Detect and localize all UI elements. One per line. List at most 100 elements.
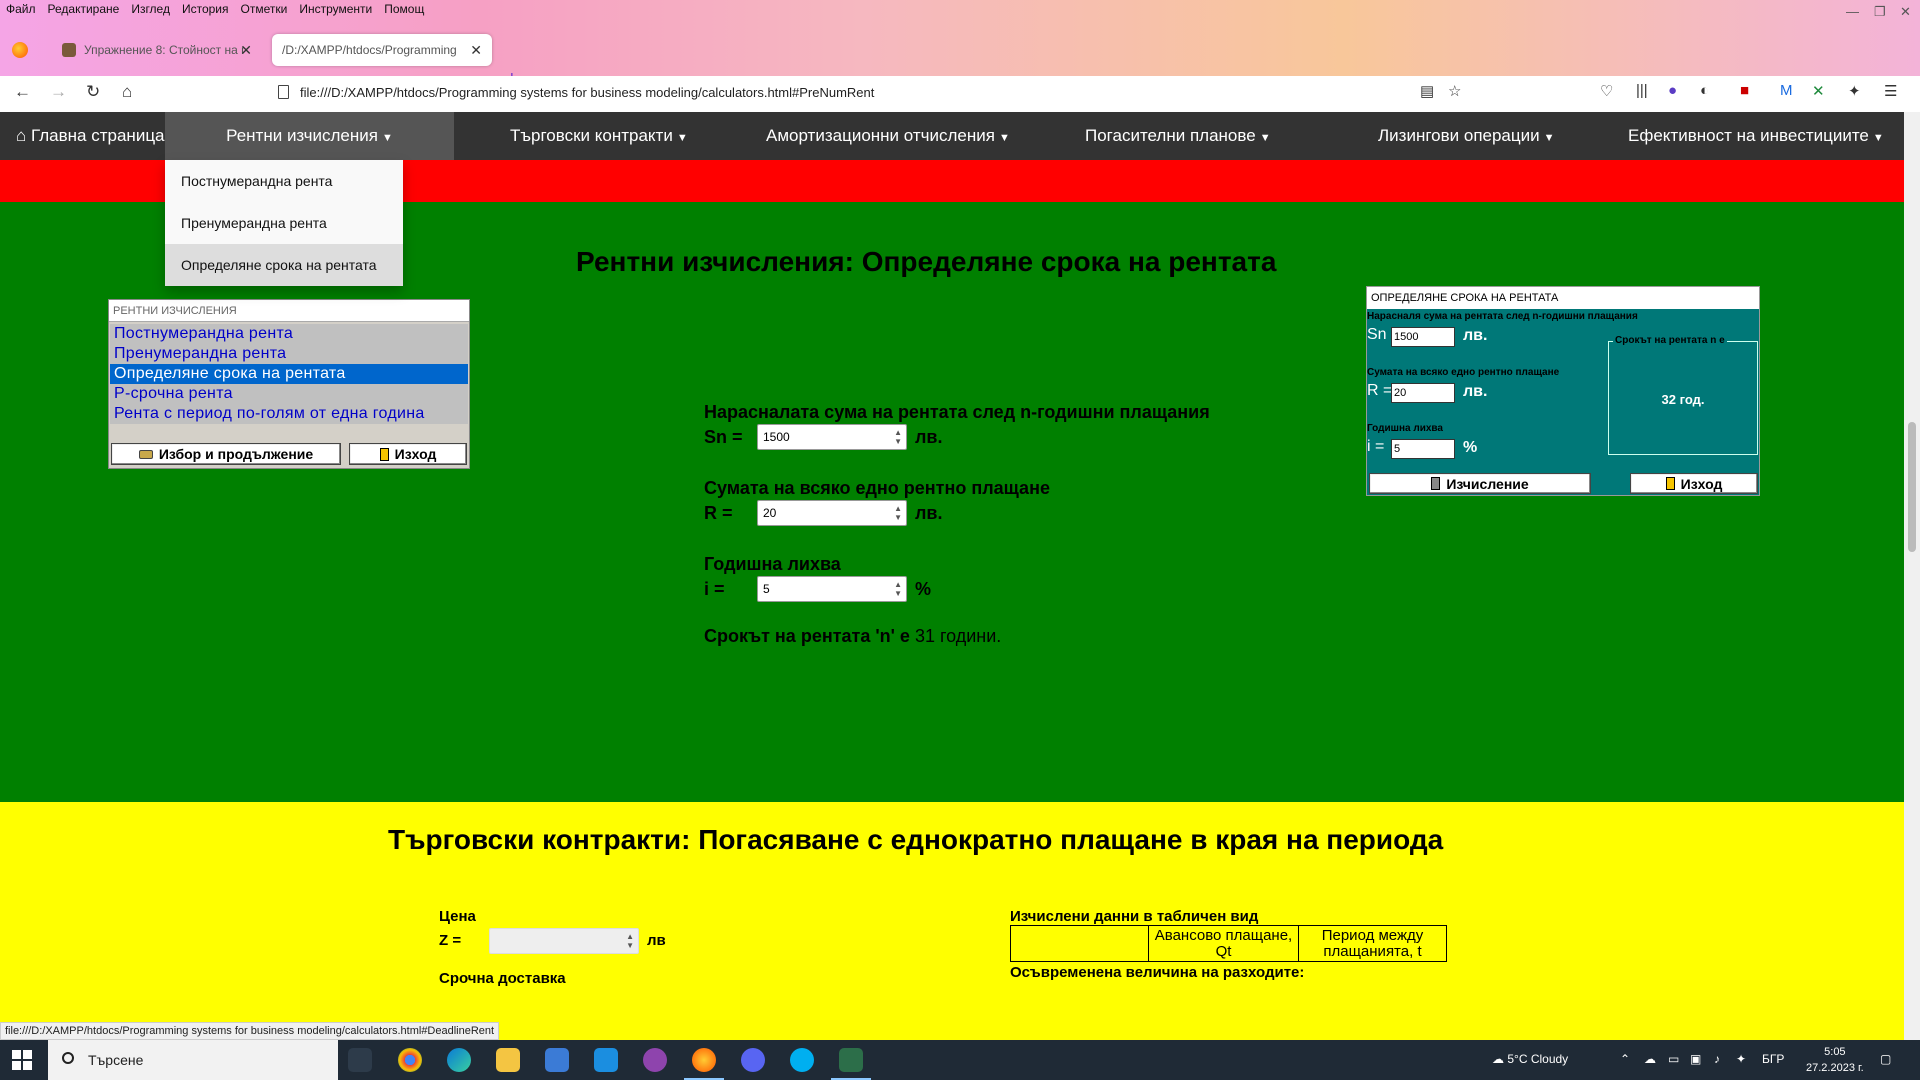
file-explorer-icon[interactable] [496, 1048, 520, 1072]
exit-button[interactable]: Изход [1630, 473, 1758, 494]
sn-unit: лв. [1463, 327, 1488, 344]
list-item[interactable]: Пренумерандна рента [110, 344, 468, 364]
url-bar[interactable]: file:///D:/XAMPP/htdocs/Programming syst… [268, 78, 1478, 106]
menu-bookmarks[interactable]: Отметки [235, 0, 294, 20]
back-icon[interactable]: ← [14, 82, 31, 102]
spinner-icon[interactable]: ▲ ▼ [626, 932, 634, 950]
battery-icon[interactable]: ▭ [1668, 1052, 1679, 1066]
calculate-button[interactable]: Изчисление [1369, 473, 1591, 494]
pocket-icon[interactable]: ♡ [1600, 82, 1613, 100]
dropdown-item-deadline[interactable]: Определяне срока на рентата [165, 244, 403, 286]
discord-icon[interactable] [741, 1048, 765, 1072]
scrollbar-thumb[interactable] [1908, 422, 1916, 552]
clock-time: 5:05 [1824, 1046, 1846, 1058]
mail-icon[interactable] [594, 1048, 618, 1072]
tray-chevron-icon[interactable]: ⌃ [1620, 1052, 1630, 1066]
minimize-icon[interactable]: — [1846, 4, 1859, 19]
nav-rent-calculations[interactable]: Рентни изчисления ▼ [165, 112, 454, 160]
extension-m-icon[interactable]: M [1780, 82, 1793, 99]
firefox-icon[interactable] [692, 1048, 716, 1072]
extensions-puzzle-icon[interactable]: ✦ [1848, 82, 1861, 100]
deadline-rent-form: ОПРЕДЕЛЯНЕ СРОКА НА РЕНТАТА Нарасналя су… [1366, 286, 1760, 496]
extension-x-icon[interactable]: ✕ [1812, 82, 1825, 100]
weather-text: 5°C Cloudy [1507, 1052, 1569, 1066]
r-field[interactable]: 20 [1391, 383, 1455, 403]
spinner-icon[interactable]: ▲ ▼ [894, 504, 902, 522]
list-item[interactable]: Р-срочна рента [110, 384, 468, 404]
nav-trade-contracts[interactable]: Търговски контракти ▼ [510, 112, 688, 160]
menu-tools[interactable]: Инструменти [293, 0, 378, 20]
exit-button[interactable]: Изход [349, 443, 467, 465]
spinner-icon[interactable]: ▲ ▼ [894, 428, 902, 446]
hamburger-menu-icon[interactable]: ☰ [1884, 82, 1897, 100]
tab-calculators[interactable]: /D:/XAMPP/htdocs/Programming ✕ [272, 34, 492, 66]
forward-icon[interactable]: → [50, 82, 67, 102]
taskbar-clock[interactable]: 5:05 27.2.2023 г. [1806, 1044, 1864, 1076]
close-tab-icon[interactable]: ✕ [240, 42, 252, 59]
menu-help[interactable]: Помощ [378, 0, 430, 20]
select-continue-button[interactable]: Избор и продължение [111, 443, 341, 465]
chrome-icon[interactable] [398, 1048, 422, 1072]
bookmark-star-icon[interactable]: ☆ [1448, 82, 1461, 100]
menu-edit[interactable]: Редактиране [42, 0, 126, 20]
menu-view[interactable]: Изглед [125, 0, 176, 20]
i-input[interactable]: 5 ▲ ▼ [757, 576, 907, 602]
i-field[interactable]: 5 [1391, 439, 1455, 459]
task-view-icon[interactable] [348, 1048, 372, 1072]
taskbar-search[interactable]: Търсене [48, 1040, 338, 1080]
result-caption: Срокът на рентата n е [1613, 335, 1727, 346]
nav-leasing[interactable]: Лизингови операции ▼ [1378, 112, 1555, 160]
sn-field[interactable]: 1500 [1391, 327, 1455, 347]
caret-down-icon: ▼ [998, 132, 1010, 144]
spinner-icon[interactable]: ▲ ▼ [894, 580, 902, 598]
close-tab-icon[interactable]: ✕ [470, 42, 482, 59]
dropbox-icon[interactable]: ✦ [1736, 1052, 1746, 1066]
dropdown-item-postnumerando[interactable]: Постнумерандна рента [165, 160, 403, 202]
z-input[interactable]: ▲ ▼ [489, 928, 639, 954]
nav-repayment-plans[interactable]: Погасителни планове ▼ [1085, 112, 1271, 160]
notifications-icon[interactable]: ▢ [1880, 1052, 1891, 1066]
close-window-icon[interactable]: ✕ [1900, 4, 1911, 20]
rent-list-panel: РЕНТНИ ИЗЧИСЛЕНИЯ Постнумерандна рента П… [108, 299, 470, 469]
list-item[interactable]: Постнумерандна рента [110, 324, 468, 344]
reader-view-icon[interactable]: ▤ [1420, 82, 1434, 100]
language-indicator[interactable]: БГР [1762, 1052, 1784, 1066]
menu-history[interactable]: История [176, 0, 235, 20]
tab-exercise[interactable]: Упражнение 8: Стойност на п ✕ [52, 34, 262, 66]
ublock-icon[interactable]: ■ [1740, 82, 1749, 99]
list-item-selected[interactable]: Определяне срока на рентата [110, 364, 468, 384]
library-icon[interactable]: ||| [1636, 82, 1648, 99]
r-input[interactable]: 20 ▲ ▼ [757, 500, 907, 526]
button-label: Изчисление [1446, 475, 1529, 492]
page-icon [278, 85, 289, 99]
home-icon[interactable]: ⌂ [122, 82, 132, 102]
network-icon[interactable]: ▣ [1690, 1052, 1701, 1066]
store-icon[interactable] [545, 1048, 569, 1072]
weather-widget[interactable]: ☁ 5°C Cloudy [1492, 1052, 1568, 1066]
volume-icon[interactable]: ♪ [1714, 1052, 1720, 1066]
nav-label: Лизингови операции [1378, 126, 1540, 145]
extension-info-icon[interactable]: ● [1668, 82, 1677, 99]
nav-depreciation[interactable]: Амортизационни отчисления ▼ [766, 112, 1010, 160]
page-scrollbar[interactable] [1904, 112, 1920, 1040]
nav-home[interactable]: ⌂ Главна страница [16, 112, 165, 160]
button-label: Избор и продължение [158, 446, 314, 462]
skype-icon[interactable] [790, 1048, 814, 1072]
onedrive-icon[interactable]: ☁ [1644, 1052, 1656, 1066]
trade-section: Търговски контракти: Погасяване с еднокр… [0, 802, 1904, 1040]
dropdown-item-prenumerando[interactable]: Пренумерандна рента [165, 202, 403, 244]
r-caption: Сумата на всяко едно рентно плащане [1367, 367, 1560, 378]
rent-listbox[interactable]: Постнумерандна рента Пренумерандна рента… [110, 324, 468, 424]
i-caption: Годишна лихва [1367, 423, 1443, 434]
vb-app-icon[interactable] [839, 1048, 863, 1072]
sn-input[interactable]: 1500 ▲ ▼ [757, 424, 907, 450]
reload-icon[interactable]: ↻ [86, 82, 100, 102]
extension-icon[interactable]: ◐ [1700, 82, 1709, 99]
windows-start-icon[interactable] [12, 1050, 32, 1070]
app-icon[interactable] [643, 1048, 667, 1072]
list-item[interactable]: Рента с период по-голям от една година [110, 404, 468, 424]
edge-icon[interactable] [447, 1048, 471, 1072]
restore-icon[interactable]: ❐ [1874, 4, 1886, 20]
nav-investment-efficiency[interactable]: Ефективност на инвестициите ▼ [1628, 112, 1884, 160]
menu-file[interactable]: Файл [0, 0, 42, 20]
